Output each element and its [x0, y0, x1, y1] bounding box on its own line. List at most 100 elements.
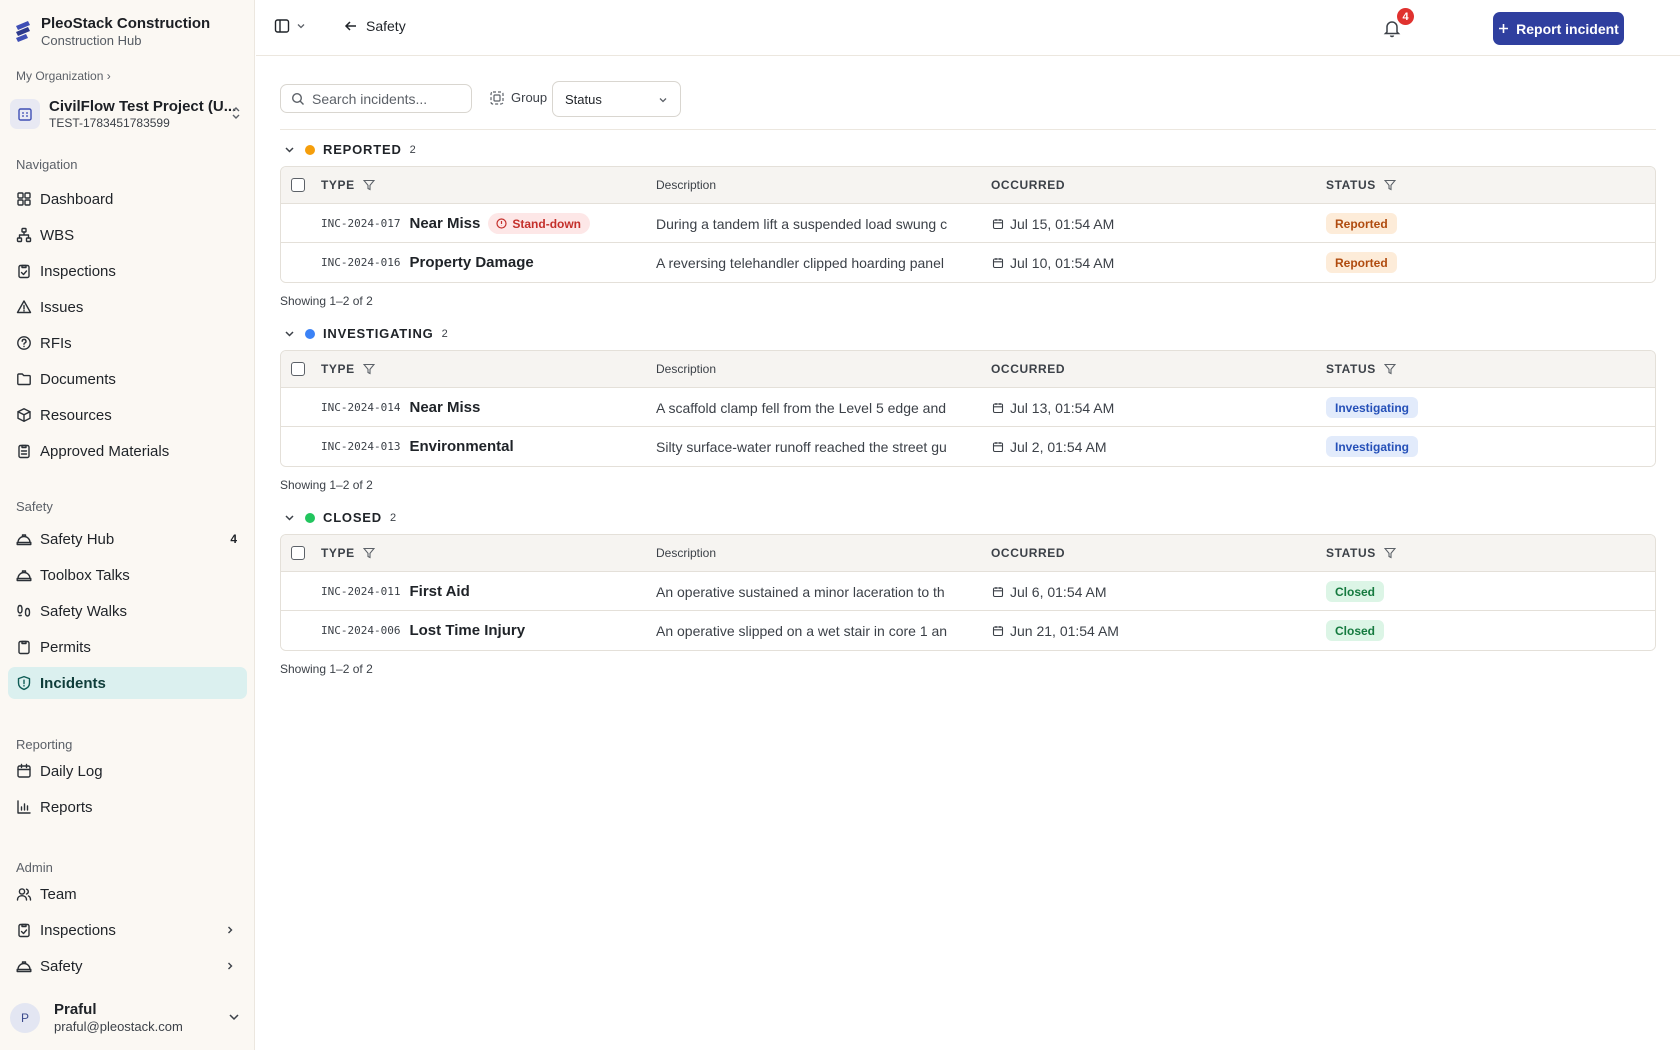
occurred-cell: Jul 15, 01:54 AM [992, 204, 1114, 243]
hardhat-icon-wrap [16, 958, 32, 974]
table-row[interactable]: INC-2024-006 Lost Time Injury An operative… [281, 611, 1655, 650]
sidebar-toggle-button[interactable] [274, 18, 306, 34]
project-name: CivilFlow Test Project (U... [49, 98, 237, 115]
clipboard-list-icon [18, 444, 30, 459]
incident-code: INC-2024-014 [321, 401, 401, 414]
group-by-value: Status [565, 91, 602, 107]
clipboard-check-icon-wrap [16, 263, 32, 279]
sidebar-item-label: RFIs [40, 334, 72, 352]
table-row[interactable]: INC-2024-014 Near Miss A scaffold clamp fe… [281, 388, 1655, 427]
org-header[interactable]: PleoStack Construction Construction Hub [14, 14, 210, 49]
table-row[interactable]: INC-2024-013 Environmental Silty surface-w… [281, 427, 1655, 466]
sidebar-item-resources[interactable]: Resources [8, 399, 247, 431]
chevron-down-icon [285, 515, 294, 521]
incident-code: INC-2024-017 [321, 217, 401, 230]
column-label: Description [656, 362, 717, 376]
column-type[interactable]: TYPE [321, 362, 375, 376]
sidebar-item-label: Safety Hub [40, 530, 115, 548]
folder-icon [17, 373, 31, 386]
chevron-right-icon [228, 962, 233, 970]
user-name: Praful [54, 1001, 97, 1018]
sidebar-item-incidents[interactable]: Incidents [8, 667, 247, 699]
stand-down-label: Stand-down [512, 216, 582, 231]
column-status[interactable]: STATUS [1326, 178, 1396, 192]
incident-type: Environmental [409, 438, 514, 455]
status-dot [305, 512, 315, 523]
sidebar-item-safety-hub[interactable]: Safety Hub 4 [8, 523, 247, 555]
stand-down-badge: Stand-down [488, 213, 591, 234]
status-badge: Reported [1326, 213, 1397, 234]
sidebar-item-issues[interactable]: Issues [8, 291, 247, 323]
sidebar-item-label: WBS [40, 226, 75, 244]
column-occurred[interactable]: OCCURRED [991, 178, 1065, 192]
org-name: PleoStack Construction [41, 15, 211, 32]
column-status[interactable]: STATUS [1326, 546, 1396, 560]
filter-icon[interactable] [362, 363, 375, 375]
breadcrumb-organization[interactable]: My Organization › [16, 69, 111, 83]
sidebar-item-safety-walks[interactable]: Safety Walks [8, 595, 247, 627]
filter-icon[interactable] [362, 547, 375, 559]
user-menu[interactable]: P Praful praful@pleostack.com [8, 997, 248, 1039]
search-input[interactable] [312, 90, 462, 107]
status-dot [305, 328, 315, 339]
project-switcher[interactable]: CivilFlow Test Project (U... TEST-178345… [8, 92, 248, 136]
column-type[interactable]: TYPE [321, 546, 375, 560]
sidebar-item-wbs[interactable]: WBS [8, 219, 247, 251]
group-header-reported[interactable]: REPORTED 2 [284, 142, 416, 157]
sidebar-item-label: Toolbox Talks [40, 566, 130, 584]
column-occurred[interactable]: OCCURRED [991, 546, 1065, 560]
description-cell: A scaffold clamp fell from the Level 5 e… [656, 399, 947, 416]
sidebar-item-permits[interactable]: Permits [8, 631, 247, 663]
sidebar-item-rfis[interactable]: RFIs [8, 327, 247, 359]
sidebar-item-reports[interactable]: Reports [8, 791, 247, 823]
sidebar-item-approved-materials[interactable]: Approved Materials [8, 435, 247, 467]
filter-icon[interactable] [1383, 363, 1396, 375]
sidebar-item-inspections[interactable]: Inspections [8, 255, 247, 287]
group-name: CLOSED [323, 510, 382, 525]
group-by-select[interactable]: Status [552, 81, 681, 117]
sidebar-item-label: Documents [40, 370, 116, 388]
column-label: OCCURRED [991, 178, 1066, 192]
column-status[interactable]: STATUS [1326, 362, 1396, 376]
chevron-down-icon [285, 331, 294, 337]
column-label: STATUS [1326, 362, 1376, 376]
filter-icon[interactable] [362, 179, 375, 191]
incident-table: TYPE Description OCCURRED STATUS INC-2024-01… [280, 166, 1656, 283]
description-cell: A reversing telehandler clipped hoarding… [656, 254, 944, 271]
column-type[interactable]: TYPE [321, 178, 375, 192]
footprints-icon-wrap [16, 603, 32, 619]
sidebar-item-safety-admin[interactable]: Safety [8, 950, 247, 982]
table-row[interactable]: INC-2024-016 Property Damage A reversing t… [281, 243, 1655, 282]
table-row[interactable]: INC-2024-017 Near Miss Stand-down During a … [281, 204, 1655, 243]
sidebar-item-daily-log[interactable]: Daily Log [8, 755, 247, 787]
filter-icon[interactable] [1383, 179, 1396, 191]
clipboard-list-icon-wrap [16, 443, 32, 459]
column-label: OCCURRED [991, 546, 1066, 560]
occurred-value: Jul 10, 01:54 AM [1010, 254, 1115, 271]
select-all-checkbox[interactable] [291, 362, 305, 376]
search-field[interactable] [280, 84, 472, 113]
sidebar-item-dashboard[interactable]: Dashboard [8, 183, 247, 215]
group-header-investigating[interactable]: INVESTIGATING 2 [284, 326, 448, 341]
select-all-checkbox[interactable] [291, 178, 305, 192]
select-all-checkbox[interactable] [291, 546, 305, 560]
shield-alert-icon [17, 675, 31, 691]
column-label: Description [656, 546, 717, 560]
report-incident-button[interactable]: Report incident [1493, 12, 1624, 45]
calendar-icon [992, 257, 1004, 268]
filter-icon[interactable] [1383, 547, 1396, 559]
occurred-value: Jul 2, 01:54 AM [1010, 438, 1107, 455]
box-icon [17, 408, 31, 422]
table-row[interactable]: INC-2024-011 First Aid An operative sustai… [281, 572, 1655, 611]
group-name: REPORTED [323, 142, 402, 157]
sidebar-item-documents[interactable]: Documents [8, 363, 247, 395]
table-header: TYPE Description OCCURRED STATUS [281, 351, 1655, 388]
sidebar-item-inspections-admin[interactable]: Inspections [8, 914, 247, 946]
sidebar-item-team-admin[interactable]: Team [8, 878, 247, 910]
incident-code: INC-2024-006 [321, 624, 401, 637]
sidebar-item-toolbox-talks[interactable]: Toolbox Talks [8, 559, 247, 591]
group-header-closed[interactable]: CLOSED 2 [284, 510, 396, 525]
back-link[interactable]: Safety [344, 18, 406, 34]
clipboard-check-icon [18, 264, 30, 279]
column-occurred[interactable]: OCCURRED [991, 362, 1065, 376]
